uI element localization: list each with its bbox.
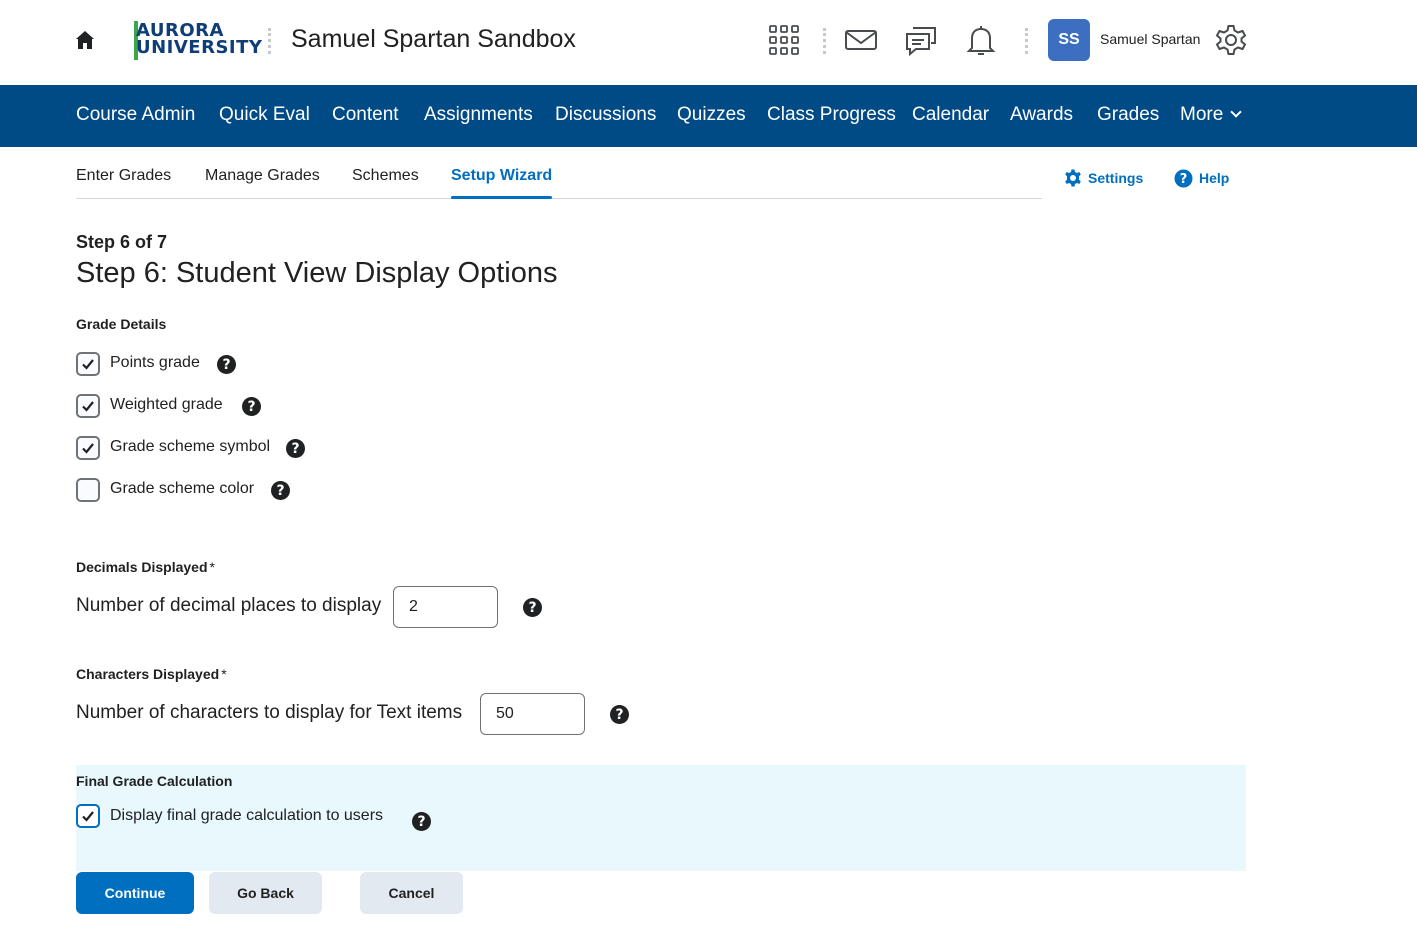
divider bbox=[823, 28, 826, 54]
points-grade-checkbox[interactable] bbox=[76, 352, 100, 376]
svg-text:?: ? bbox=[1180, 172, 1188, 187]
characters-count-label: Number of characters to display for Text… bbox=[76, 702, 463, 723]
grade-scheme-color-label: Grade scheme color bbox=[110, 480, 255, 497]
gear-icon[interactable] bbox=[1214, 23, 1248, 57]
decimals-displayed-label: Decimals Displayed * bbox=[76, 559, 215, 575]
top-header: AURORA UNIVERSITY Samuel Spartan Sandbox… bbox=[0, 0, 1417, 85]
help-link[interactable]: ? Help bbox=[1174, 168, 1229, 188]
avatar[interactable]: SS bbox=[1048, 19, 1090, 61]
nav-item-class-progress[interactable]: Class Progress bbox=[767, 104, 896, 126]
checkmark-icon bbox=[82, 359, 94, 370]
divider bbox=[268, 28, 271, 54]
help-icon[interactable]: ? bbox=[242, 397, 261, 416]
page-title: Step 6: Student View Display Options bbox=[76, 257, 558, 289]
tab-schemes[interactable]: Schemes bbox=[352, 167, 419, 185]
help-icon[interactable]: ? bbox=[286, 439, 305, 458]
divider bbox=[1025, 28, 1028, 54]
required-mark: * bbox=[221, 666, 227, 682]
tab-enter-grades[interactable]: Enter Grades bbox=[76, 167, 171, 185]
checkmark-icon bbox=[82, 811, 94, 822]
mail-icon[interactable] bbox=[844, 23, 878, 57]
nav-item-discussions[interactable]: Discussions bbox=[555, 104, 656, 126]
bell-icon[interactable] bbox=[964, 23, 998, 57]
checkmark-icon bbox=[82, 401, 94, 412]
grade-scheme-color-checkbox[interactable] bbox=[76, 478, 100, 502]
required-mark: * bbox=[209, 559, 215, 575]
chevron-down-icon bbox=[1230, 106, 1242, 118]
nav-item-quick-eval[interactable]: Quick Eval bbox=[219, 104, 310, 126]
weighted-grade-checkbox[interactable] bbox=[76, 394, 100, 418]
help-icon[interactable]: ? bbox=[523, 598, 542, 617]
settings-gear-icon bbox=[1065, 169, 1081, 187]
nav-item-quizzes[interactable]: Quizzes bbox=[677, 104, 746, 126]
nav-item-assignments[interactable]: Assignments bbox=[424, 104, 533, 126]
tab-manage-grades[interactable]: Manage Grades bbox=[205, 167, 320, 185]
go-back-button[interactable]: Go Back bbox=[209, 872, 322, 914]
nav-more-label: More bbox=[1180, 104, 1224, 125]
nav-item-grades[interactable]: Grades bbox=[1097, 104, 1159, 126]
checkmark-icon bbox=[82, 443, 94, 454]
settings-link[interactable]: Settings bbox=[1064, 168, 1143, 188]
grade-scheme-symbol-checkbox[interactable] bbox=[76, 436, 100, 460]
course-title[interactable]: Samuel Spartan Sandbox bbox=[291, 25, 576, 54]
grade-scheme-symbol-label: Grade scheme symbol bbox=[110, 438, 271, 455]
weighted-grade-label: Weighted grade bbox=[110, 396, 223, 413]
decimals-label-text: Decimals Displayed bbox=[76, 559, 208, 575]
tab-setup-wizard[interactable]: Setup Wizard bbox=[451, 167, 553, 199]
settings-label: Settings bbox=[1088, 170, 1144, 186]
university-logo[interactable]: AURORA UNIVERSITY bbox=[134, 20, 262, 62]
help-icon[interactable]: ? bbox=[271, 481, 290, 500]
decimal-places-label: Number of decimal places to display bbox=[76, 595, 382, 616]
nav-item-content[interactable]: Content bbox=[332, 104, 399, 126]
logo-line2: UNIVERSITY bbox=[136, 37, 263, 58]
chat-icon[interactable] bbox=[904, 23, 938, 57]
nav-item-course-admin[interactable]: Course Admin bbox=[76, 104, 195, 126]
nav-item-awards[interactable]: Awards bbox=[1010, 104, 1073, 126]
waffle-icon[interactable] bbox=[767, 23, 801, 57]
nav-item-more[interactable]: More bbox=[1180, 104, 1242, 126]
characters-label-text: Characters Displayed bbox=[76, 666, 220, 682]
step-counter: Step 6 of 7 bbox=[76, 232, 168, 252]
characters-displayed-label: Characters Displayed * bbox=[76, 666, 227, 682]
help-circle-icon: ? bbox=[1174, 169, 1193, 187]
help-label: Help bbox=[1199, 170, 1230, 186]
cancel-button[interactable]: Cancel bbox=[360, 872, 463, 914]
course-navbar: Course Admin Quick Eval Content Assignme… bbox=[0, 85, 1417, 147]
points-grade-label: Points grade bbox=[110, 354, 200, 371]
help-icon[interactable]: ? bbox=[610, 705, 629, 724]
grade-details-label: Grade Details bbox=[76, 316, 167, 332]
nav-item-calendar[interactable]: Calendar bbox=[912, 104, 989, 126]
home-icon[interactable] bbox=[74, 29, 96, 51]
grades-subtabs: Enter Grades Manage Grades Schemes Setup… bbox=[76, 147, 1042, 199]
display-final-grade-checkbox[interactable] bbox=[76, 804, 100, 828]
characters-count-input[interactable] bbox=[480, 693, 585, 735]
continue-button[interactable]: Continue bbox=[76, 872, 194, 914]
help-icon[interactable]: ? bbox=[217, 355, 236, 374]
help-icon[interactable]: ? bbox=[412, 812, 431, 831]
display-final-grade-label: Display final grade calculation to users bbox=[110, 807, 384, 824]
final-grade-calculation-label: Final Grade Calculation bbox=[76, 773, 233, 789]
user-name[interactable]: Samuel Spartan bbox=[1100, 31, 1200, 47]
decimal-places-input[interactable] bbox=[393, 586, 498, 628]
